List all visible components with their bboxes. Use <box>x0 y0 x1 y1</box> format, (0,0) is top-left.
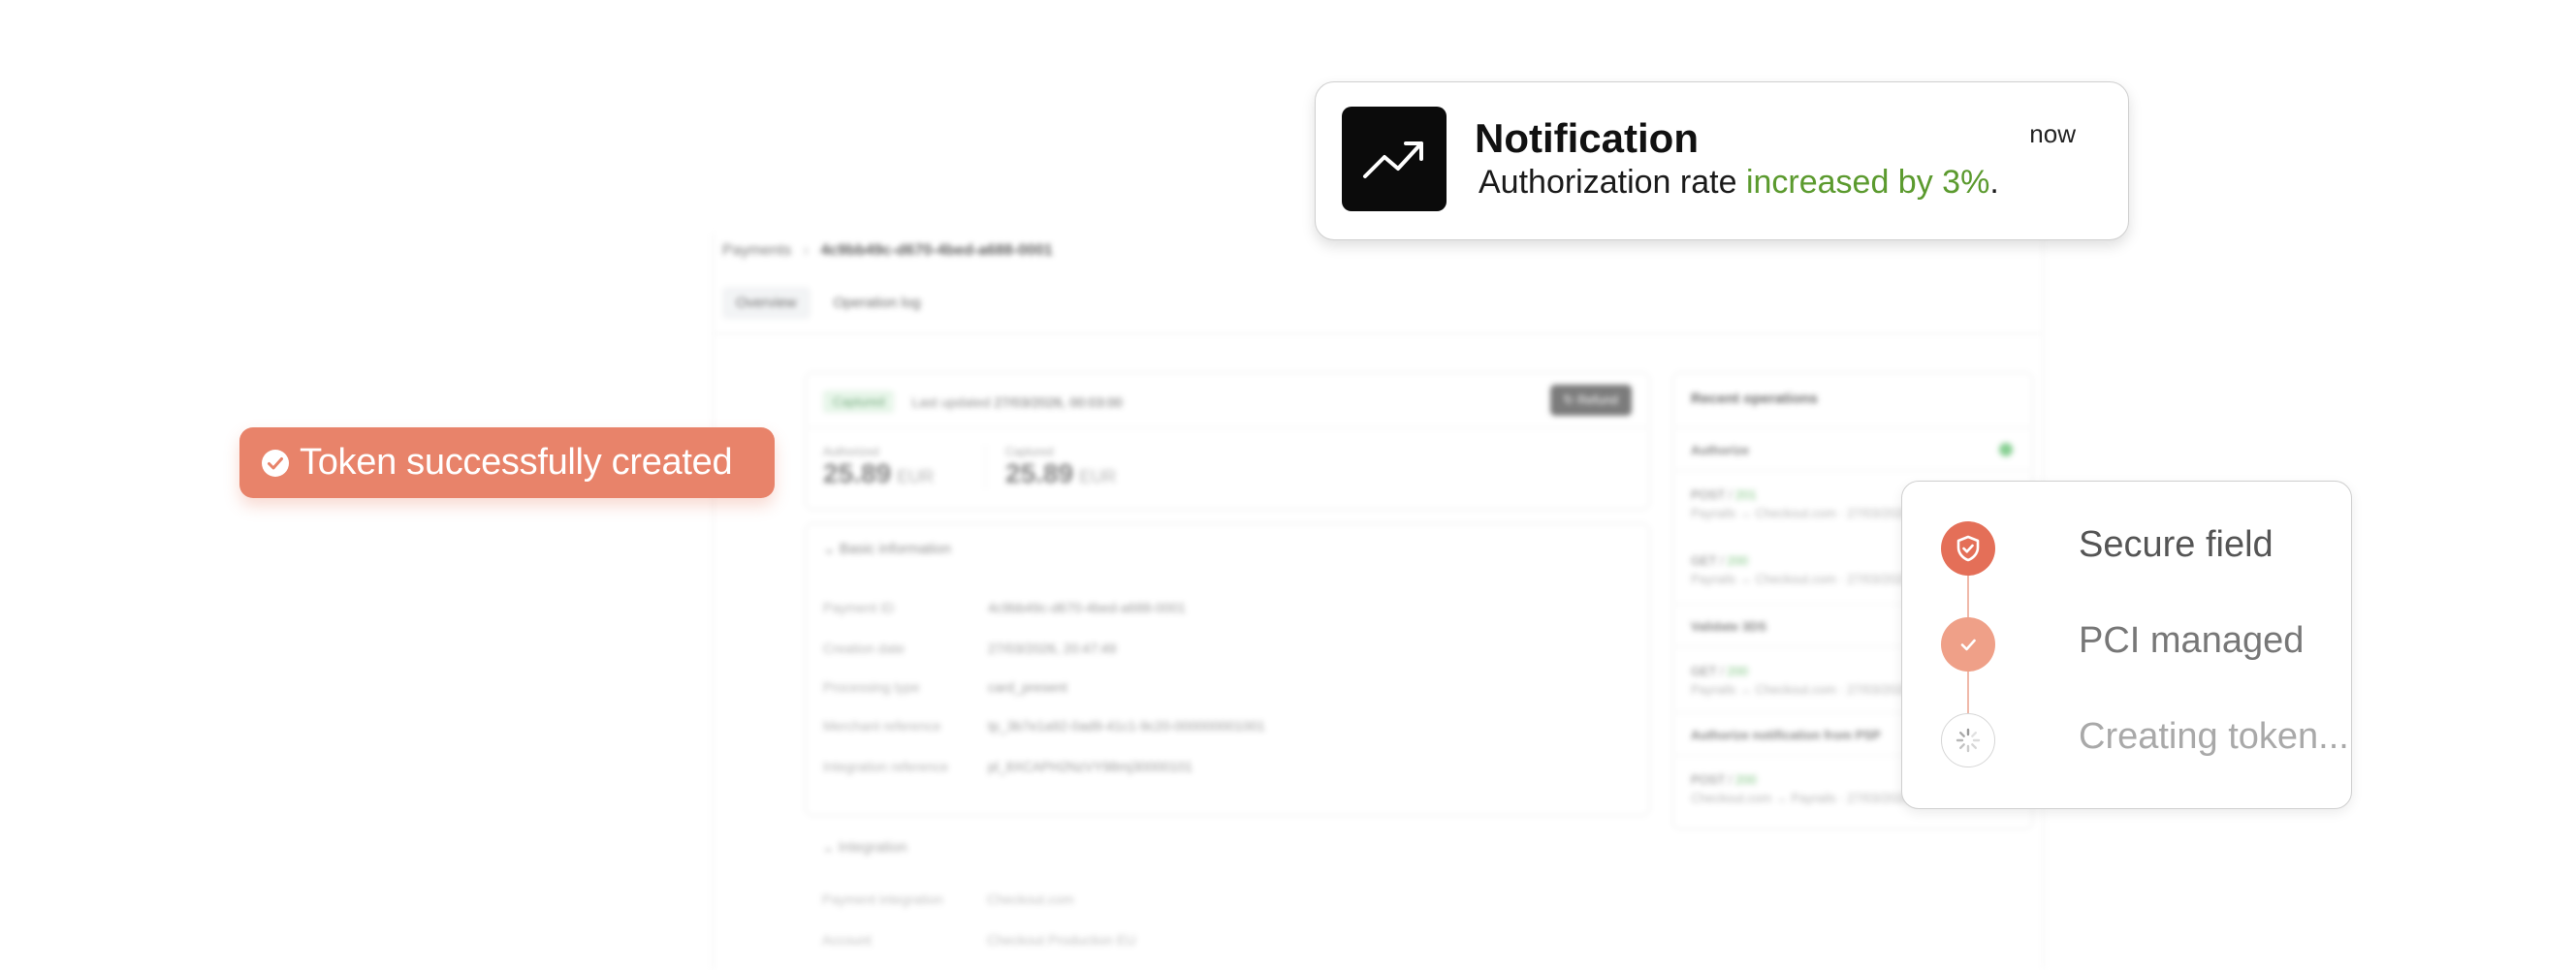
success-toast[interactable]: Token successfully created <box>239 427 775 498</box>
account-value: Checkout Production EU <box>987 932 1136 948</box>
info-key: Merchant reference <box>823 718 941 734</box>
authorized-label: Authorized <box>823 445 879 458</box>
account-label: Account <box>822 932 872 948</box>
info-value: card_present <box>988 679 1067 695</box>
operation-route: Payrails → Checkout.com · 27/03/2026 <box>1691 506 1911 520</box>
check-circle-icon <box>262 450 289 477</box>
info-value: pl_8XCAPH2NzVY98mj30000101 <box>988 759 1193 774</box>
step-connector <box>1967 576 1969 617</box>
captured-label: Captured <box>1005 445 1054 458</box>
payment-integration-value: Checkout.com <box>987 892 1074 907</box>
operation-group-validate-3ds[interactable]: Validate 3DS <box>1691 619 1766 634</box>
operation-method: GET <box>1691 664 1717 678</box>
breadcrumb-separator: › <box>803 242 809 259</box>
trending-up-icon <box>1342 107 1447 211</box>
integration-heading: Integration <box>838 839 907 856</box>
operation-method: POST <box>1691 772 1726 787</box>
operation-route: Payrails → Checkout.com · 27/03/2026 <box>1691 682 1911 697</box>
operation-method: POST <box>1691 487 1726 502</box>
refund-button[interactable]: ↻ Refund <box>1549 385 1632 416</box>
info-key: Integration reference <box>823 759 949 774</box>
info-key: Payment ID <box>823 600 895 615</box>
operation-item[interactable]: POST / 201 Payrails → Checkout.com · 27/… <box>1691 487 1910 520</box>
dashboard-left-border <box>713 233 714 970</box>
info-row: Payment ID 4c9bb49c-d670-4bed-a688-0001 <box>823 600 1186 615</box>
authorized-value: 25.89 <box>823 458 892 488</box>
operation-group-notification[interactable]: Authorize notification from PSP <box>1691 728 1881 742</box>
info-key: Processing type <box>823 679 920 695</box>
info-row: Creation date 27/03/2026, 20:47:49 <box>823 641 1116 656</box>
tab-divider <box>713 333 2044 334</box>
operation-code: 200 <box>1735 772 1757 787</box>
basic-information-heading: Basic information <box>839 541 951 557</box>
info-row: Processing type card_present <box>823 679 1067 695</box>
payment-integration-label: Payment integration <box>822 892 943 907</box>
spinner-icon <box>1941 713 1995 767</box>
authorized-amount: Authorized 25.89 EUR <box>823 445 934 489</box>
payment-dashboard-background: Payments › 4c9bb49c-d670-4bed-a688-0001 … <box>713 233 2044 970</box>
step-label: Secure field <box>2079 524 2274 565</box>
notification-time: now <box>2029 119 2076 148</box>
tab-overview[interactable]: Overview <box>722 287 811 319</box>
divider <box>1673 470 2032 471</box>
breadcrumb-current: 4c9bb49c-d670-4bed-a688-0001 <box>820 242 1053 259</box>
info-row: Integration reference pl_8XCAPH2NzVY98mj3… <box>823 759 1193 774</box>
step-label: PCI managed <box>2079 620 2305 661</box>
summary-divider <box>806 427 1649 428</box>
status-row: Captured Last updated 27/03/2026, 00:03:… <box>823 391 1123 413</box>
shield-check-icon <box>1941 521 1995 576</box>
integration-rows: Payment integration Checkout.com Account… <box>822 892 1135 948</box>
operation-group-authorize[interactable]: Authorize <box>1691 443 1749 457</box>
operation-item[interactable]: GET / 200 Payrails → Checkout.com · 27/0… <box>1691 553 1910 586</box>
notification-message-prefix: Authorization rate <box>1479 164 1746 201</box>
last-updated-label: Last updated <box>911 393 991 410</box>
payment-summary-card: Captured Last updated 27/03/2026, 00:03:… <box>805 372 1650 510</box>
info-value: 27/03/2026, 20:47:49 <box>988 641 1117 656</box>
basic-information-card: ⌄ Basic information Payment ID 4c9bb49c-d… <box>805 523 1650 816</box>
recent-operations-title: Recent operations <box>1691 391 1818 407</box>
step-label: Creating token... <box>2079 716 2349 757</box>
operation-item[interactable]: GET / 200 Payrails → Checkout.com · 27/0… <box>1691 664 1910 697</box>
info-value: tp_3b7e1a92-0ad9-41c1-9c20-000000001001 <box>988 718 1265 734</box>
operation-code: 200 <box>1727 553 1749 568</box>
tokenization-steps-card: Secure field PCI managed Creating token.… <box>1901 481 2352 809</box>
info-row: Merchant reference tp_3b7e1a92-0ad9-41c1-… <box>823 718 1265 734</box>
authorized-currency: EUR <box>897 467 935 486</box>
step-connector <box>1967 672 1969 713</box>
basic-information-header[interactable]: ⌄ Basic information <box>823 540 951 557</box>
notification-message-suffix: . <box>1989 164 1999 201</box>
notification-message: Authorization rate increased by 3%. <box>1479 164 1999 202</box>
integration-header[interactable]: ⌄ Integration <box>822 838 907 856</box>
operation-code: 200 <box>1727 664 1749 678</box>
notification-card[interactable]: Notification Authorization rate increase… <box>1315 81 2129 240</box>
operation-method: GET <box>1691 553 1717 568</box>
toast-message: Token successfully created <box>300 442 733 483</box>
breadcrumb-root[interactable]: Payments <box>722 242 791 259</box>
captured-amount: Captured 25.89 EUR <box>985 445 1116 489</box>
operation-route: Payrails → Checkout.com · 27/03/2026 <box>1691 572 1911 586</box>
check-icon <box>1941 617 1995 672</box>
captured-currency: EUR <box>1079 467 1117 486</box>
info-key: Creation date <box>823 641 906 656</box>
info-value: 4c9bb49c-d670-4bed-a688-0001 <box>988 600 1186 615</box>
divider <box>1673 427 2032 428</box>
captured-value: 25.89 <box>1005 458 1074 488</box>
tab-operation-log[interactable]: Operation log <box>820 287 935 319</box>
breadcrumb: Payments › 4c9bb49c-d670-4bed-a688-0001 <box>722 242 1053 260</box>
operation-code: 201 <box>1735 487 1757 502</box>
notification-title: Notification <box>1475 115 1699 161</box>
last-updated-value: 27/03/2026, 00:03:00 <box>994 393 1123 410</box>
status-badge: Captured <box>823 391 895 413</box>
tab-bar: Overview Operation log <box>722 287 935 319</box>
notification-message-highlight: increased by 3% <box>1745 164 1990 201</box>
success-dot-icon <box>1999 443 2013 456</box>
